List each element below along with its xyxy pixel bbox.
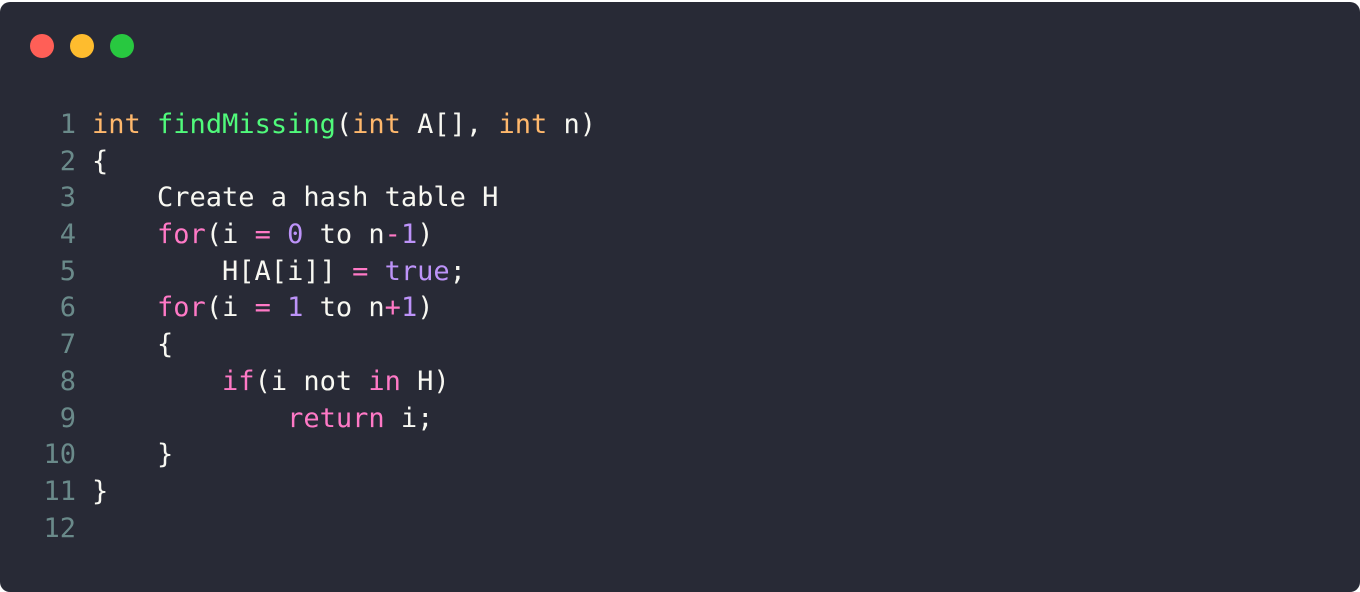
code-token: =	[254, 292, 271, 324]
line-content: return i;	[92, 401, 433, 438]
window-titlebar	[0, 2, 1360, 82]
code-window: 1 int findMissing(int A[], int n) 2{3 Crea…	[0, 2, 1360, 592]
code-token: 1	[400, 219, 418, 251]
code-token: (i not	[254, 365, 369, 397]
code-token: +	[384, 292, 401, 324]
code-token: {	[92, 329, 174, 361]
code-token: 0	[287, 219, 304, 251]
code-token: -	[384, 219, 401, 251]
code-block[interactable]: 1 int findMissing(int A[], int n) 2{3 Crea…	[0, 107, 1360, 547]
line-content: Create a hash table H	[92, 180, 498, 217]
code-token: (i	[205, 292, 255, 324]
close-dot-icon[interactable]	[30, 34, 54, 58]
code-token: in	[368, 365, 401, 397]
code-token: int	[352, 109, 401, 140]
code-token: for	[157, 219, 206, 251]
line-number: 5	[59, 255, 76, 287]
code-token: (i	[205, 219, 255, 251]
code-token: true	[384, 255, 450, 287]
code-token: for	[157, 292, 206, 324]
code-line: 9 return i;	[0, 401, 1360, 438]
code-line: 8 if(i not in H)	[0, 364, 1360, 401]
line-number: 9	[59, 402, 76, 434]
code-token: return	[287, 402, 385, 434]
code-token: )	[417, 219, 434, 251]
line-content: if(i not in H)	[92, 364, 450, 401]
code-token: i;	[384, 402, 434, 434]
line-number: 3	[59, 182, 76, 214]
code-line: 6 for(i = 1 to n+1)	[0, 290, 1360, 327]
line-number: 1	[59, 109, 76, 140]
code-line: 1 int findMissing(int A[], int n)	[0, 107, 1360, 144]
code-line: 2{	[0, 144, 1360, 181]
code-token: ;	[449, 255, 466, 287]
code-token: {	[92, 145, 109, 177]
code-token: )	[417, 292, 434, 324]
line-number: 11	[43, 475, 76, 507]
code-token: to n	[303, 219, 385, 251]
code-token: n)	[547, 109, 597, 140]
code-line: 12	[0, 511, 1360, 548]
code-token: Create a hash table H	[92, 182, 499, 214]
code-token: 1	[400, 292, 418, 324]
minimize-dot-icon[interactable]	[70, 34, 94, 58]
line-content: }	[92, 437, 173, 474]
code-token: int	[92, 109, 141, 140]
code-line: 5 H[A[i]] = true;	[0, 254, 1360, 291]
code-token: }	[92, 439, 174, 471]
code-token: 1	[287, 292, 304, 324]
code-token: H[A[i]]	[92, 255, 353, 287]
code-token: (	[335, 109, 353, 140]
line-content: {	[92, 144, 108, 181]
line-number: 10	[43, 439, 76, 471]
line-content: }	[92, 474, 108, 511]
code-token: }	[92, 475, 109, 507]
code-line: 10 }	[0, 437, 1360, 474]
code-token: A[],	[400, 109, 499, 140]
line-content: {	[92, 327, 173, 364]
line-content: for(i = 1 to n+1)	[92, 290, 433, 327]
line-number: 8	[59, 365, 76, 397]
line-content: for(i = 0 to n-1)	[92, 217, 433, 254]
code-token: if	[222, 365, 255, 397]
line-number: 2	[59, 145, 76, 177]
code-token: to n	[303, 292, 385, 324]
code-line: 4 for(i = 0 to n-1)	[0, 217, 1360, 254]
code-line: 11}	[0, 474, 1360, 511]
line-number: 12	[43, 512, 76, 544]
line-number: 6	[59, 292, 76, 324]
code-token: findMissing	[157, 109, 336, 140]
code-token: =	[254, 219, 271, 251]
code-token: int	[498, 109, 548, 140]
line-content: int findMissing(int A[], int n)	[92, 107, 596, 144]
code-token: H)	[400, 365, 450, 397]
line-content: H[A[i]] = true;	[92, 254, 466, 291]
line-number: 7	[59, 329, 76, 361]
code-line: 7 {	[0, 327, 1360, 364]
line-number: 4	[59, 219, 76, 251]
code-token: =	[352, 255, 369, 287]
maximize-dot-icon[interactable]	[110, 34, 134, 58]
code-line: 3 Create a hash table H	[0, 180, 1360, 217]
